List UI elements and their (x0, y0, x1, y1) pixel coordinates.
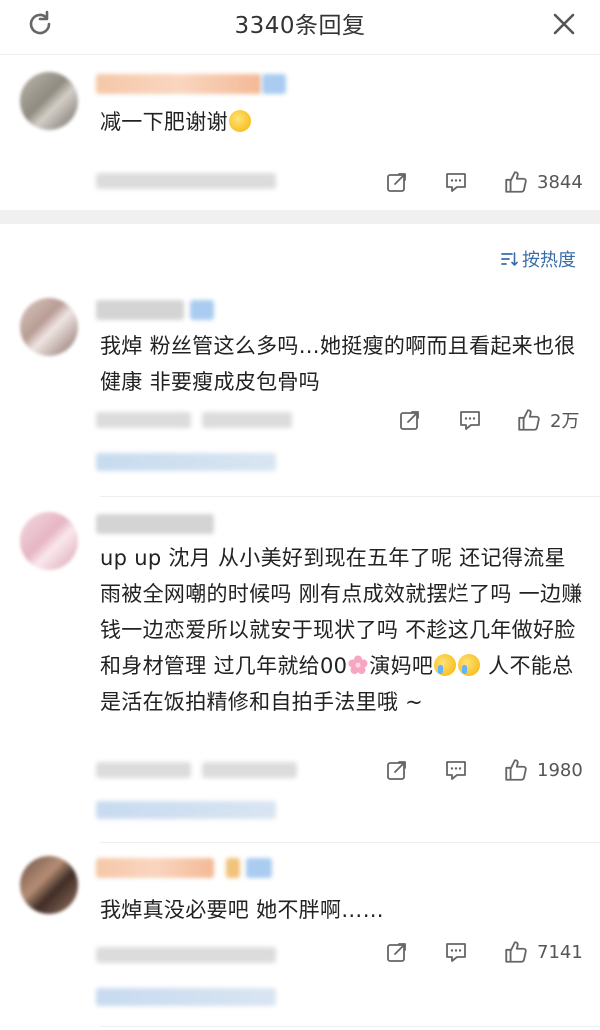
comment-body: 减一下肥谢谢 (100, 110, 228, 134)
reply-preview-blurred[interactable] (96, 453, 276, 471)
username-blurred[interactable] (96, 514, 214, 534)
avatar[interactable] (20, 856, 78, 914)
comment-icon (446, 943, 466, 962)
repost-button[interactable] (385, 938, 409, 966)
repost-button[interactable] (385, 756, 409, 784)
reply-button[interactable] (444, 938, 468, 966)
crying-emoji-icon (434, 654, 457, 676)
comment-icon (446, 173, 466, 192)
user-badge (226, 858, 240, 878)
like-count: 1980 (537, 759, 583, 781)
repost-icon (387, 173, 406, 192)
action-bar: 3844 (0, 168, 600, 196)
comment-icon (460, 411, 480, 430)
divider (100, 496, 600, 497)
avatar[interactable] (20, 72, 78, 130)
user-badge (262, 74, 286, 94)
comment-text: 我焯真没必要吧 她不胖啊…… (100, 898, 384, 922)
cherry-blossom-icon (348, 655, 368, 674)
like-count: 3844 (537, 171, 583, 193)
username-blurred[interactable] (96, 300, 184, 320)
avatar[interactable] (20, 298, 78, 356)
reply-preview-blurred[interactable] (96, 988, 276, 1006)
like-count: 2万 (550, 411, 580, 432)
reply-button[interactable] (458, 406, 482, 434)
thumbs-up-icon (505, 759, 527, 781)
action-bar: 1980 (0, 756, 600, 784)
sort-by-heat-button[interactable]: 按热度 (500, 246, 576, 272)
like-button[interactable]: 2万 (516, 406, 579, 434)
list-item: 我焯 粉丝管这么多吗…她挺瘦的啊而且看起来也很健康 非要瘦成皮包骨吗 2万 (0, 290, 600, 490)
username-blurred[interactable] (96, 74, 261, 94)
thumbs-up-icon (505, 941, 527, 963)
comment-body-continued: 演妈吧 (369, 654, 434, 678)
repost-icon (387, 761, 406, 780)
repost-button[interactable] (385, 168, 409, 196)
comment-text: 减一下肥谢谢 (100, 104, 585, 140)
section-divider (0, 210, 600, 224)
divider (100, 1026, 600, 1027)
page-title: 3340条回复 (234, 13, 366, 39)
action-bar: 7141 (0, 938, 600, 966)
comment-text: 我焯 粉丝管这么多吗…她挺瘦的啊而且看起来也很健康 非要瘦成皮包骨吗 (100, 334, 576, 394)
sort-icon (501, 252, 518, 266)
like-count: 7141 (537, 941, 583, 963)
like-button[interactable]: 3844 (503, 168, 583, 196)
reply-preview-blurred[interactable] (96, 801, 276, 819)
sort-label: 按热度 (522, 250, 576, 271)
thumbs-up-icon (518, 409, 540, 431)
reply-button[interactable] (444, 168, 468, 196)
reply-button[interactable] (444, 756, 468, 784)
like-button[interactable]: 1980 (503, 756, 583, 784)
user-badge (246, 858, 272, 878)
list-item: up up 沈月 从小美好到现在五年了呢 还记得流星雨被全网嘲的时候吗 刚有点成… (0, 508, 600, 838)
list-item: 我焯真没必要吧 她不胖啊…… 7141 (0, 852, 600, 1030)
close-icon[interactable] (548, 8, 580, 40)
crying-emoji-icon (458, 654, 481, 676)
header-bar: 3340条回复 (0, 0, 600, 55)
action-bar: 2万 (0, 406, 600, 434)
repost-button[interactable] (398, 406, 422, 434)
repost-icon (387, 943, 406, 962)
comment-text: up up 沈月 从小美好到现在五年了呢 还记得流星雨被全网嘲的时候吗 刚有点成… (100, 540, 585, 720)
comment-icon (446, 761, 466, 780)
user-badge (190, 300, 214, 320)
username-blurred[interactable] (96, 858, 214, 878)
thumbs-up-icon (505, 171, 527, 193)
op-comment: 减一下肥谢谢 3844 (0, 60, 600, 210)
like-button[interactable]: 7141 (503, 938, 583, 966)
divider (100, 842, 600, 843)
avatar[interactable] (20, 512, 78, 570)
thinking-emoji-icon (228, 110, 251, 132)
repost-icon (400, 411, 419, 430)
